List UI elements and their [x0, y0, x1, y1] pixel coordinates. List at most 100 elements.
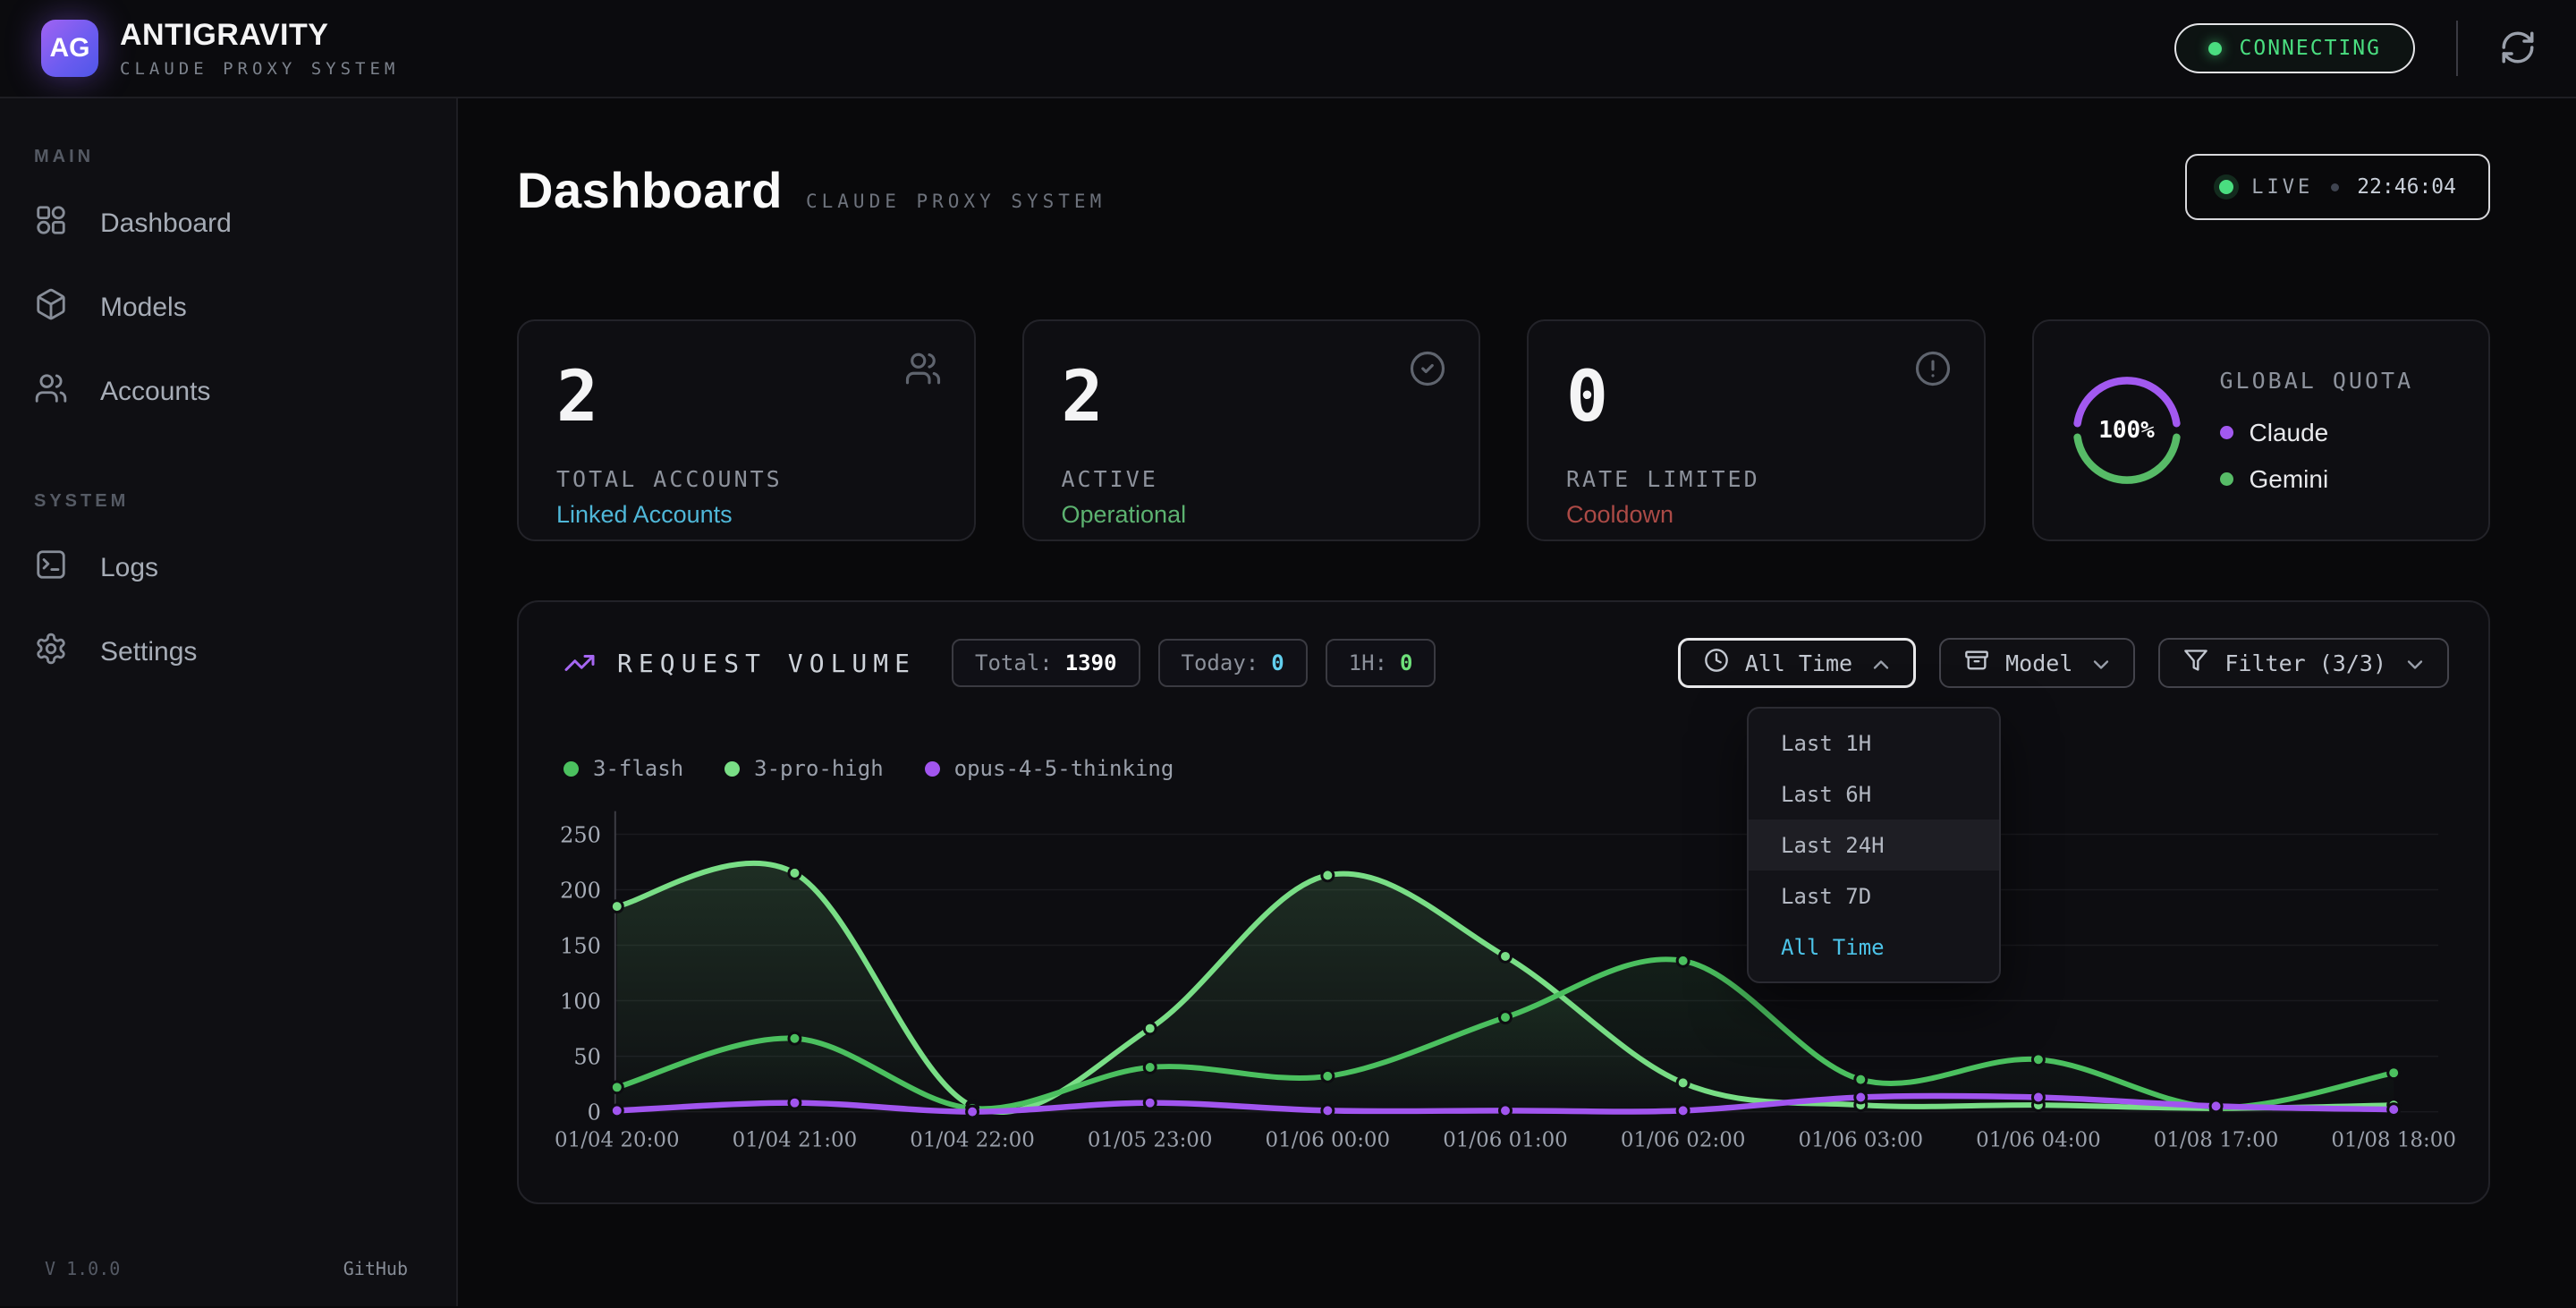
svg-text:01/06 02:00: 01/06 02:00 [1621, 1128, 1746, 1151]
series-dot-icon [564, 761, 579, 777]
users-icon [904, 350, 942, 387]
svg-text:100: 100 [560, 989, 601, 1015]
header-divider [2456, 21, 2458, 76]
svg-text:01/04 20:00: 01/04 20:00 [555, 1128, 680, 1151]
svg-text:50: 50 [573, 1045, 600, 1070]
stat-sub: Operational [1062, 501, 1442, 529]
svg-text:0: 0 [588, 1100, 601, 1125]
app-title: ANTIGRAVITY [120, 18, 399, 53]
live-clock: 22:46:04 [2357, 175, 2456, 199]
svg-text:01/06 01:00: 01/06 01:00 [1443, 1128, 1568, 1151]
quota-provider-claude: Claude [2220, 419, 2414, 447]
svg-text:01/05 23:00: 01/05 23:00 [1088, 1128, 1213, 1151]
page-subtitle: CLAUDE PROXY SYSTEM [806, 191, 1106, 212]
main-content: Dashboard CLAUDE PROXY SYSTEM LIVE 22:46… [458, 98, 2576, 1306]
stat-sub: Cooldown [1566, 501, 1946, 529]
status-dot-icon [2208, 42, 2222, 55]
live-badge: LIVE 22:46:04 [2185, 154, 2490, 220]
hour-requests-badge: 1H:0 [1326, 639, 1436, 687]
quota-donut-chart: 100% [2072, 375, 2182, 486]
gemini-dot-icon [2220, 472, 2233, 486]
svg-text:200: 200 [560, 878, 601, 903]
live-dot-icon [2219, 180, 2233, 194]
svg-text:01/06 04:00: 01/06 04:00 [1976, 1128, 2101, 1151]
terminal-icon [34, 548, 68, 589]
chevron-down-icon [2089, 652, 2110, 674]
live-label: LIVE [2251, 176, 2313, 199]
quota-percent: 100% [2072, 375, 2182, 486]
svg-text:01/08 17:00: 01/08 17:00 [2154, 1128, 2279, 1151]
legend-item-3-pro-high: 3-pro-high [724, 756, 884, 781]
stat-card-total-accounts: 2 TOTAL ACCOUNTS Linked Accounts [517, 319, 976, 541]
github-link[interactable]: GitHub [343, 1258, 408, 1279]
connection-status-badge: CONNECTING [2174, 23, 2415, 73]
today-requests-badge: Today:0 [1158, 639, 1308, 687]
time-range-menu: Last 1H Last 6H Last 24H Last 7D All Tim… [1747, 707, 2001, 983]
sidebar-item-logs[interactable]: Logs [18, 539, 438, 598]
refresh-button[interactable] [2499, 29, 2537, 69]
svg-text:01/06 03:00: 01/06 03:00 [1798, 1128, 1923, 1151]
chart-legend: 3-flash 3-pro-high opus-4-5-thinking [564, 756, 1174, 781]
model-filter-button[interactable]: Model [1939, 638, 2135, 688]
app-logo: AG [41, 20, 98, 77]
quota-label: GLOBAL QUOTA [2220, 368, 2414, 394]
sidebar-item-settings[interactable]: Settings [18, 623, 438, 682]
menu-item-last-7d[interactable]: Last 7D [1749, 871, 1999, 922]
version-label: V 1.0.0 [45, 1258, 120, 1279]
separator-dot-icon [2331, 183, 2339, 191]
clock-icon [1704, 648, 1729, 678]
sidebar-item-label: Accounts [100, 377, 210, 407]
svg-text:150: 150 [560, 934, 601, 959]
trending-up-icon [564, 647, 596, 679]
menu-item-last-1h[interactable]: Last 1H [1749, 718, 1999, 769]
menu-item-all-time[interactable]: All Time [1749, 922, 1999, 973]
svg-text:01/04 22:00: 01/04 22:00 [910, 1128, 1035, 1151]
svg-text:01/06 00:00: 01/06 00:00 [1266, 1128, 1391, 1151]
series-dot-icon [925, 761, 940, 777]
filter-button[interactable]: Filter (3/3) [2158, 638, 2449, 688]
legend-item-3-flash: 3-flash [564, 756, 683, 781]
total-requests-badge: Total:1390 [952, 639, 1140, 687]
app-header: AG ANTIGRAVITY CLAUDE PROXY SYSTEM CONNE… [0, 0, 2576, 98]
menu-item-last-24h[interactable]: Last 24H [1749, 820, 1999, 871]
time-range-button[interactable]: All Time [1678, 638, 1916, 688]
sidebar-item-label: Dashboard [100, 208, 232, 239]
stat-value: 2 [1062, 362, 1442, 432]
sidebar-section-main: MAIN [34, 147, 456, 167]
alert-circle-icon [1914, 350, 1952, 387]
cube-icon [34, 287, 68, 328]
stat-card-active: 2 ACTIVE Operational [1022, 319, 1481, 541]
check-circle-icon [1409, 350, 1446, 387]
stat-value: 0 [1566, 362, 1946, 432]
box-icon [1964, 648, 1989, 678]
svg-text:01/08 18:00: 01/08 18:00 [2331, 1128, 2456, 1151]
legend-item-opus: opus-4-5-thinking [925, 756, 1174, 781]
quota-provider-gemini: Gemini [2220, 465, 2414, 494]
stat-label: TOTAL ACCOUNTS [556, 466, 936, 492]
global-quota-card: 100% GLOBAL QUOTA Claude Gemini [2032, 319, 2491, 541]
sidebar: MAIN Dashboard Models [0, 98, 458, 1306]
sidebar-item-label: Settings [100, 637, 197, 667]
sidebar-item-dashboard[interactable]: Dashboard [18, 194, 438, 253]
users-icon [34, 371, 68, 412]
request-volume-panel: REQUEST VOLUME Total:1390 Today:0 1H:0 [517, 600, 2490, 1204]
claude-dot-icon [2220, 426, 2233, 439]
stat-sub: Linked Accounts [556, 501, 936, 529]
request-volume-chart: 05010015020025001/04 20:0001/04 21:0001/… [519, 602, 2488, 1202]
chevron-up-icon [1868, 652, 1890, 674]
app-subtitle: CLAUDE PROXY SYSTEM [120, 59, 399, 79]
sidebar-item-models[interactable]: Models [18, 278, 438, 337]
sidebar-item-label: Models [100, 293, 187, 323]
stat-value: 2 [556, 362, 936, 432]
menu-item-last-6h[interactable]: Last 6H [1749, 769, 1999, 820]
sidebar-item-accounts[interactable]: Accounts [18, 362, 438, 421]
page-title: Dashboard [517, 161, 783, 219]
refresh-icon [2499, 29, 2537, 69]
gear-icon [34, 632, 68, 673]
dashboard-grid-icon [34, 203, 68, 244]
svg-text:250: 250 [560, 822, 601, 847]
panel-title: REQUEST VOLUME [617, 649, 916, 678]
sidebar-item-label: Logs [100, 553, 158, 583]
funnel-icon [2183, 648, 2208, 678]
stat-label: ACTIVE [1062, 466, 1442, 492]
